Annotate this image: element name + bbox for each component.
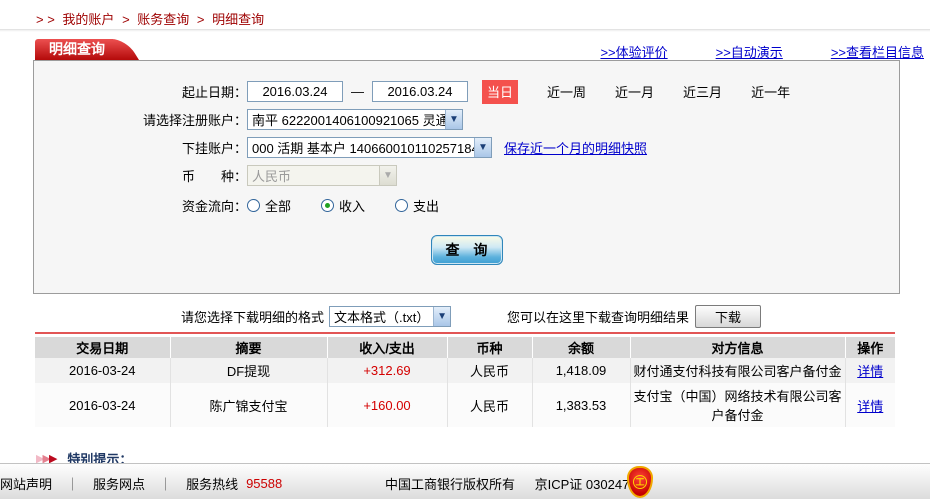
cell-currency: 人民币 — [447, 358, 533, 383]
sub-account-row: 下挂账户： 000 活期 基本户 1406600101102571848 ▼ 保… — [34, 134, 899, 161]
download-button[interactable]: 下载 — [695, 304, 762, 328]
today-badge[interactable]: 当日 — [482, 79, 519, 104]
chevron-down-icon: ▼ — [433, 306, 451, 326]
copyright-text: 中国工商银行版权所有 — [385, 477, 516, 492]
date-range-row: 起止日期： — 当日 近一周 近一月 近三月 近一年 — [34, 78, 899, 105]
radio-option-all[interactable]: 全部 — [247, 196, 291, 215]
footer-separator: ｜ — [66, 477, 80, 492]
chevron-down-icon: ▼ — [379, 166, 396, 185]
footer-copyright: 中国工商银行版权所有 京ICP证 030247号 — [385, 474, 642, 493]
breadcrumb: > > 我的账户 > 账务查询 > 明细查询 — [36, 9, 268, 28]
flow-direction-row: 资金流向： 全部 收入 支出 — [34, 190, 899, 220]
radio-label-expense: 支出 — [413, 198, 440, 214]
divider — [0, 29, 930, 32]
footer-left: 网站声明 ｜ 服务网点 ｜ 服务热线 95588 — [0, 474, 282, 493]
radio-selected-icon[interactable] — [321, 198, 335, 212]
save-snapshot-link[interactable]: 保存近一个月的明细快照 — [504, 138, 647, 157]
date-from-input[interactable] — [247, 81, 343, 102]
sub-account-label: 下挂账户： — [181, 141, 247, 156]
detail-link[interactable]: 详情 — [857, 364, 883, 379]
chevron-down-icon: ▼ — [445, 110, 462, 129]
col-header-date: 交易日期 — [35, 337, 171, 358]
transactions-table: 交易日期 摘要 收入/支出 币种 余额 对方信息 操作 2016-03-24 D… — [35, 337, 895, 427]
cell-date: 2016-03-24 — [35, 383, 171, 427]
quick-range-week[interactable]: 近一周 — [547, 82, 586, 101]
date-to-input[interactable] — [372, 81, 468, 102]
date-range-label: 起止日期： — [181, 85, 247, 100]
quick-range-quarter[interactable]: 近三月 — [683, 82, 722, 101]
flow-radio-group: 全部 收入 支出 — [247, 196, 469, 215]
download-format-value: 文本格式（.txt） — [334, 309, 430, 325]
cell-counterparty: 财付通支付科技有限公司客户备付金 — [630, 358, 846, 383]
cell-summary: 陈广锦支付宝 — [170, 383, 328, 427]
date-dash: — — [351, 84, 364, 99]
registered-account-value: 南平 6222001406100921065 灵通卡 — [252, 113, 445, 128]
radio-icon[interactable] — [395, 198, 409, 212]
col-header-action: 操作 — [845, 337, 895, 358]
breadcrumb-item-account-query[interactable]: 账务查询 — [137, 12, 189, 27]
radio-option-expense[interactable]: 支出 — [395, 196, 439, 215]
col-header-amount: 收入/支出 — [327, 337, 448, 358]
registered-account-label: 请选择注册账户： — [142, 113, 247, 128]
icbc-shield-icon: 工 — [627, 466, 653, 498]
cell-balance: 1,383.53 — [532, 383, 631, 427]
col-header-summary: 摘要 — [170, 337, 328, 358]
detail-link[interactable]: 详情 — [857, 399, 883, 414]
breadcrumb-separator: > — [122, 12, 130, 27]
query-button[interactable]: 查 询 — [430, 235, 503, 265]
radio-icon[interactable] — [247, 198, 260, 212]
table-header-row: 交易日期 摘要 收入/支出 币种 余额 对方信息 操作 — [35, 337, 895, 358]
hotline-number: 95588 — [246, 476, 283, 491]
radio-option-income[interactable]: 收入 — [321, 196, 365, 215]
breadcrumb-prefix: > > — [36, 12, 55, 27]
download-row: 请您选择下载明细的格式 文本格式（.txt） ▼ 您可以在这里下载查询明细结果 … — [33, 301, 900, 331]
col-header-counterparty: 对方信息 — [630, 337, 846, 358]
cell-amount: +312.69 — [327, 358, 448, 383]
tab-detail-query[interactable]: 明细查询 — [35, 39, 113, 60]
cell-amount: +160.00 — [327, 383, 448, 427]
cell-summary: DF提现 — [170, 358, 328, 383]
breadcrumb-separator: > — [196, 12, 205, 27]
link-auto-demo[interactable]: >>自动演示 — [716, 42, 783, 61]
col-header-currency: 币种 — [447, 337, 533, 358]
currency-select: 人民币 ▼ — [247, 165, 397, 186]
query-form-panel: 起止日期： — 当日 近一周 近一月 近三月 近一年 请选择注册账户： 南平 6… — [33, 60, 900, 294]
link-experience-rating[interactable]: >>体验评价 — [600, 42, 667, 61]
table-row: 2016-03-24 陈广锦支付宝 +160.00 人民币 1,383.53 支… — [35, 383, 895, 427]
flow-direction-label: 资金流向： — [181, 198, 247, 214]
footer-link-site-statement[interactable]: 网站声明 — [0, 474, 52, 493]
cell-counterparty: 支付宝（中国）网络技术有限公司客户备付金 — [630, 383, 846, 427]
table-top-divider — [35, 332, 895, 334]
currency-row: 币 种： 人民币 ▼ — [34, 162, 899, 189]
footer-link-service-outlets[interactable]: 服务网点 — [93, 474, 145, 493]
quick-range-year[interactable]: 近一年 — [751, 82, 790, 101]
radio-label-all: 全部 — [265, 198, 292, 214]
page: > > 我的账户 > 账务查询 > 明细查询 明细查询 >>体验评价 >>自动演… — [0, 0, 930, 499]
hotline-label: 服务热线 — [186, 477, 239, 492]
breadcrumb-item-detail-query[interactable]: 明细查询 — [212, 12, 264, 27]
chevron-down-icon: ▼ — [474, 138, 491, 157]
download-format-select[interactable]: 文本格式（.txt） ▼ — [329, 305, 452, 327]
download-format-label: 请您选择下载明细的格式 — [181, 309, 325, 325]
currency-value: 人民币 — [252, 169, 292, 184]
col-header-balance: 余额 — [532, 337, 631, 358]
cell-currency: 人民币 — [447, 383, 533, 427]
cell-balance: 1,418.09 — [532, 358, 631, 383]
quick-range-month[interactable]: 近一月 — [615, 82, 654, 101]
registered-account-row: 请选择注册账户： 南平 6222001406100921065 灵通卡 ▼ — [34, 106, 899, 133]
breadcrumb-item-my-account[interactable]: 我的账户 — [62, 12, 114, 27]
table-row: 2016-03-24 DF提现 +312.69 人民币 1,418.09 财付通… — [35, 358, 895, 383]
currency-label: 币 种： — [181, 169, 247, 184]
footer-bar: 网站声明 ｜ 服务网点 ｜ 服务热线 95588 中国工商银行版权所有 京ICP… — [0, 463, 930, 499]
top-links: >>体验评价 >>自动演示 >>查看栏目信息 — [600, 42, 924, 61]
radio-label-income: 收入 — [339, 198, 366, 214]
sub-account-value: 000 活期 基本户 1406600101102571848 — [252, 141, 474, 156]
link-view-column-info[interactable]: >>查看栏目信息 — [831, 42, 924, 61]
registered-account-select[interactable]: 南平 6222001406100921065 灵通卡 ▼ — [247, 109, 463, 130]
footer-separator: ｜ — [159, 477, 173, 492]
cell-date: 2016-03-24 — [35, 358, 171, 383]
download-hint: 您可以在这里下载查询明细结果 — [507, 309, 690, 325]
sub-account-select[interactable]: 000 活期 基本户 1406600101102571848 ▼ — [247, 137, 492, 158]
